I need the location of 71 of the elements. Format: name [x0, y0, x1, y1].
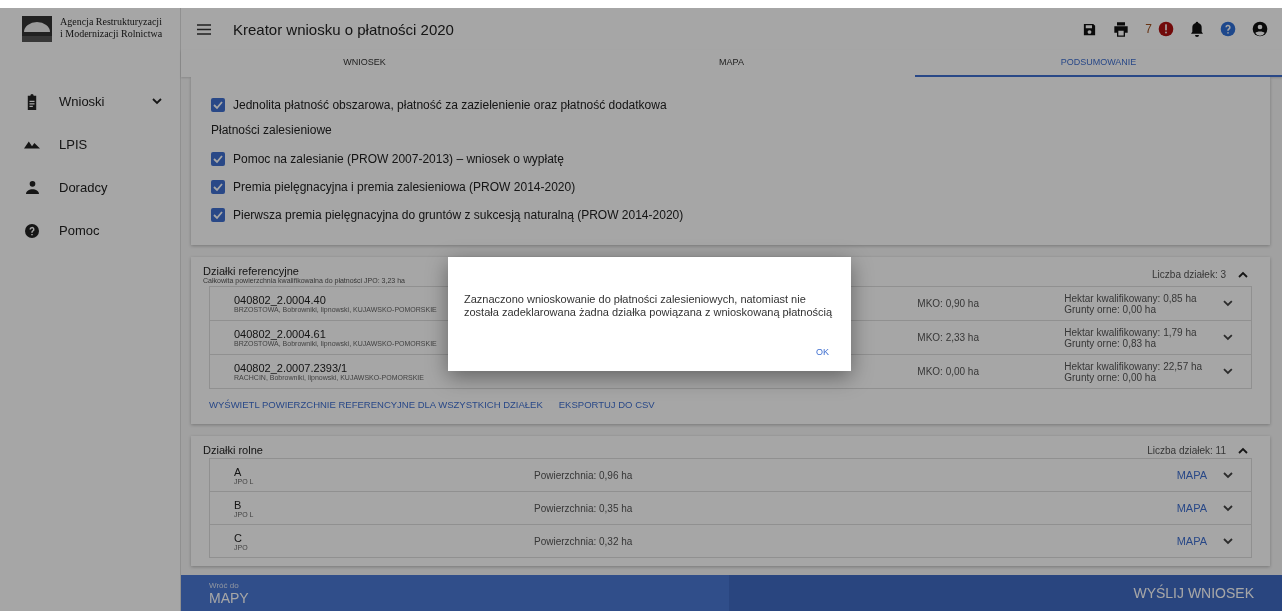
tab[interactable]: WNIOSEK [181, 50, 548, 77]
page-title: Kreator wniosku o płatności 2020 [233, 20, 454, 38]
chevron-down-icon[interactable] [1223, 368, 1233, 375]
map-link[interactable]: MAPA [1176, 535, 1207, 547]
checkbox[interactable] [211, 152, 225, 166]
mko-area: MKO: 0,00 ha [917, 366, 1065, 377]
eligible-hectare: Hektar kwalifikowany: 22,57 ha [1064, 360, 1204, 372]
parcel-id: 040802_2.0007.2393/1 [234, 362, 348, 374]
ok-button[interactable]: OK [812, 343, 833, 361]
chevron-down-icon[interactable] [1223, 334, 1233, 341]
alert-icon[interactable] [1158, 21, 1174, 37]
parcel-area: Powierzchnia: 0,96 ha [534, 469, 1177, 481]
action-link[interactable]: WYŚWIETL POWIERZCHNIE REFERENCYJNE DLA WSZYSTKICH DZIAŁEK [209, 399, 543, 410]
mko-area: MKO: 0,90 ha [917, 298, 1065, 309]
sidebar-item[interactable]: LPIS [0, 123, 180, 166]
tab[interactable]: MAPA [548, 50, 915, 77]
arable-land-area: Grunty orne: 0,00 ha [1064, 371, 1212, 383]
section-title: Działki rolne [203, 444, 264, 456]
print-icon[interactable] [1113, 21, 1130, 37]
parcel-id: 040802_2.0004.40 [234, 294, 326, 306]
account-icon[interactable] [1252, 21, 1268, 37]
agency-logo-icon [22, 16, 52, 42]
checkbox[interactable] [211, 180, 225, 194]
menu-icon[interactable] [197, 23, 211, 35]
parcel-id: 040802_2.0004.61 [234, 328, 326, 340]
chevron-down-icon[interactable] [1223, 537, 1233, 545]
checkbox[interactable] [211, 98, 225, 112]
parcel-name: A [234, 465, 242, 478]
help-icon [25, 223, 39, 238]
save-icon[interactable] [1082, 21, 1098, 37]
chevron-up-icon[interactable] [1238, 271, 1248, 278]
checkbox[interactable] [211, 208, 225, 222]
parcel-area: Powierzchnia: 0,35 ha [534, 502, 1177, 514]
chevron-up-icon[interactable] [1238, 446, 1248, 454]
parcel-name: C [234, 531, 242, 544]
eligible-hectare: Hektar kwalifikowany: 0,85 ha [1064, 292, 1198, 304]
mountains-icon [24, 140, 40, 149]
bell-icon[interactable] [1190, 21, 1204, 37]
sidebar-item[interactable]: Pomoc [0, 209, 180, 252]
chevron-down-icon[interactable] [1223, 471, 1233, 479]
clipboard-icon [26, 93, 38, 110]
chevron-down-icon[interactable] [1223, 504, 1233, 512]
parcel-name: B [234, 498, 242, 511]
alert-count: 7 [1145, 22, 1152, 36]
help-icon[interactable] [1220, 21, 1236, 37]
map-link[interactable]: MAPA [1176, 469, 1207, 481]
map-link[interactable]: MAPA [1176, 502, 1207, 514]
checkbox-label: Premia pielęgnacyjna i premia zalesieniowa (PROW 2014-2020) [233, 180, 576, 194]
section-heading: Płatności zalesieniowe [211, 123, 333, 137]
mko-area: MKO: 2,33 ha [917, 332, 1065, 343]
chevron-down-icon[interactable] [1223, 300, 1233, 307]
agency-name: Agencja Restrukturyzacji [60, 16, 163, 28]
arable-land-area: Grunty orne: 0,00 ha [1064, 303, 1212, 315]
sidebar-item[interactable]: Doradcy [0, 166, 180, 209]
section-title: Działki referencyjne [203, 265, 299, 277]
chevron-down-icon [152, 98, 162, 105]
dialog-message: Zaznaczono wnioskowanie do płatności zalesieniowych, natomiast nie została zadeklarowana żadna działka powiązana z wnioskowaną płatnością [464, 293, 833, 319]
checkbox-label: Pomoc na zalesianie (PROW 2007-2013) – wniosek o wypłatę [233, 152, 564, 166]
parcel-count: Liczba działek: 3 [1152, 269, 1226, 280]
action-link[interactable]: EKSPORTUJ DO CSV [558, 399, 655, 410]
parcel-count: Liczba działek: 11 [1147, 444, 1226, 456]
arable-land-area: Grunty orne: 0,83 ha [1064, 337, 1212, 349]
eligible-hectare: Hektar kwalifikowany: 1,79 ha [1064, 326, 1198, 338]
agency-name: i Modernizacji Rolnictwa [60, 28, 163, 40]
parcel-area: Powierzchnia: 0,32 ha [534, 535, 1177, 547]
person-icon [25, 181, 39, 194]
checkbox-label: Jednolita płatność obszarowa, płatność za zazielenienie oraz płatność dodatkowa [233, 98, 667, 112]
submit-button[interactable]: WYŚLIJ WNIOSEK [728, 575, 1282, 611]
back-button[interactable]: Wróć do MAPY [181, 575, 729, 611]
checkbox-label: Pierwsza premia pielęgnacyjna do gruntów z sukcesją naturalną (PROW 2014-2020) [233, 208, 684, 222]
sidebar-item[interactable]: Wnioski [0, 80, 180, 123]
